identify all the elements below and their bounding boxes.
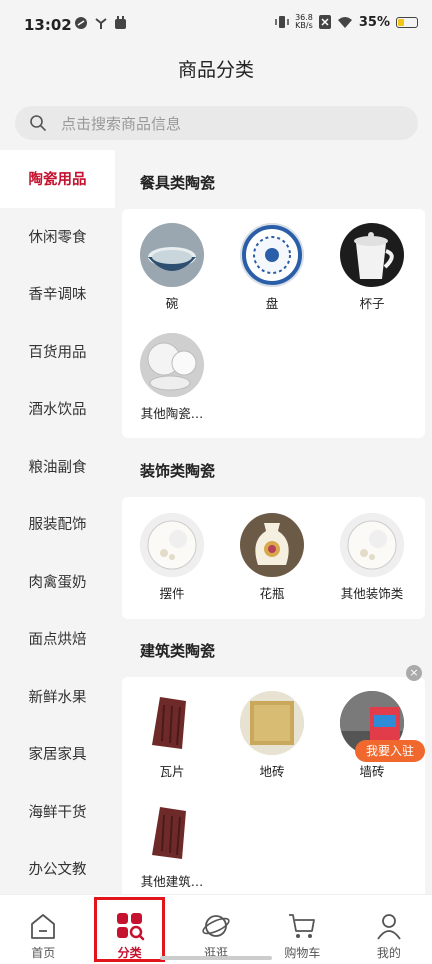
ornament-image	[340, 513, 404, 577]
category-item-label: 碗	[165, 296, 179, 311]
sidebar-item[interactable]: 陶瓷用品	[0, 150, 115, 208]
tab-label: 我的	[376, 946, 401, 960]
tab-label: 首页	[31, 946, 56, 960]
tab-label: 购物车	[284, 946, 321, 960]
category-item[interactable]: 摆件	[122, 513, 222, 602]
cup-image	[340, 223, 404, 287]
sim-disabled-icon	[318, 15, 331, 29]
category-item[interactable]: 其他陶瓷…	[122, 333, 222, 422]
home-indicator	[160, 956, 272, 960]
search-icon	[29, 114, 59, 132]
tab-profile[interactable]: 我的	[346, 895, 432, 964]
fan-icon	[95, 18, 107, 29]
section-card: 瓦片 地砖 墙砖 其他建筑…	[122, 677, 425, 907]
section-title: 建筑类陶瓷	[140, 642, 216, 660]
ornament-image	[140, 513, 204, 577]
category-item[interactable]: 花瓶	[222, 513, 322, 602]
notification-icon	[75, 17, 87, 29]
category-content: 餐具类陶瓷 碗 盘 杯子 其他陶瓷… 装饰类陶瓷 摆件 花瓶 其他装饰类 建筑类…	[115, 150, 432, 907]
search-input[interactable]: 点击搜索商品信息	[61, 113, 181, 134]
category-item[interactable]: 碗	[122, 223, 222, 312]
tab-home[interactable]: 首页	[0, 895, 86, 964]
section-title: 装饰类陶瓷	[140, 462, 216, 480]
planet-icon	[202, 915, 230, 937]
ceramics-set-image	[140, 333, 204, 397]
cart-icon	[289, 914, 316, 938]
tab-discover[interactable]: 逛逛	[173, 895, 259, 964]
status-time: 13:02	[24, 16, 72, 34]
page-title: 商品分类	[177, 59, 254, 81]
category-item-label: 地砖	[259, 764, 285, 779]
settle-in-button[interactable]: 我要入驻	[355, 740, 425, 762]
battery-icon	[396, 16, 418, 28]
status-system-icons: 36.8 KB/s 35%	[275, 14, 418, 30]
sidebar-item[interactable]: 面点烘焙	[0, 610, 115, 668]
sidebar-item[interactable]: 新鲜水果	[0, 668, 115, 726]
bowl-image	[140, 223, 204, 287]
battery-percent: 35%	[358, 14, 390, 30]
category-icon	[116, 913, 144, 941]
category-item[interactable]: 墙砖	[322, 691, 422, 780]
sidebar-item[interactable]: 办公文教	[0, 840, 115, 898]
category-item-label: 花瓶	[259, 586, 285, 601]
floor-tile-image	[240, 691, 304, 755]
sidebar-item[interactable]: 酒水饮品	[0, 380, 115, 438]
category-item[interactable]: 杯子	[322, 223, 422, 312]
battery-level	[398, 18, 404, 26]
category-sidebar: 陶瓷用品 休闲零食 香辛调味 百货用品 酒水饮品 粮油副食 服装配饰 肉禽蛋奶 …	[0, 150, 115, 894]
sidebar-item[interactable]: 服装配饰	[0, 495, 115, 553]
status-notification-icons	[74, 16, 127, 30]
close-icon[interactable]: ×	[406, 665, 422, 681]
category-item-label: 其他陶瓷…	[140, 406, 204, 421]
plate-image	[240, 223, 304, 287]
category-item[interactable]: 盘	[222, 223, 322, 312]
sidebar-item[interactable]: 休闲零食	[0, 208, 115, 266]
profile-icon	[377, 914, 401, 940]
sidebar-item[interactable]: 百货用品	[0, 323, 115, 381]
sidebar-item[interactable]: 家居家具	[0, 725, 115, 783]
tab-label: 分类	[117, 946, 142, 960]
vibrate-icon	[275, 16, 289, 28]
category-item[interactable]: 其他建筑…	[122, 801, 222, 890]
search-bar[interactable]: 点击搜索商品信息	[15, 106, 418, 140]
category-item-label: 其他建筑…	[140, 874, 204, 889]
tab-category[interactable]: 分类	[86, 895, 172, 964]
category-item-label: 杯子	[359, 296, 385, 311]
roof-tile-image	[140, 801, 204, 865]
category-item[interactable]: 其他装饰类	[322, 513, 422, 602]
category-item[interactable]: 地砖	[222, 691, 322, 780]
roof-tile-image	[140, 691, 204, 755]
sidebar-item[interactable]: 肉禽蛋奶	[0, 553, 115, 611]
category-item[interactable]: 瓦片	[122, 691, 222, 780]
category-item-label: 瓦片	[159, 764, 185, 779]
category-item-label: 其他装饰类	[340, 586, 404, 601]
home-icon	[31, 914, 56, 939]
sidebar-item[interactable]: 香辛调味	[0, 265, 115, 323]
wifi-icon	[337, 16, 352, 28]
status-bar: 13:02 36.8 KB/s 35%	[0, 0, 432, 50]
net-speed: 36.8 KB/s	[295, 13, 313, 30]
category-item-label: 摆件	[159, 586, 185, 601]
section-card: 摆件 花瓶 其他装饰类	[122, 497, 425, 619]
sidebar-item[interactable]: 粮油副食	[0, 438, 115, 496]
calendar-icon	[115, 16, 126, 29]
sidebar-item[interactable]: 海鲜干货	[0, 783, 115, 841]
section-card: 碗 盘 杯子 其他陶瓷…	[122, 209, 425, 438]
vase-image	[240, 513, 304, 577]
tab-cart[interactable]: 购物车	[259, 895, 345, 964]
category-item-label: 盘	[265, 296, 279, 311]
header: 商品分类	[0, 50, 432, 96]
section-title: 餐具类陶瓷	[140, 174, 216, 192]
bottom-tab-bar: 首页 分类 逛逛 购物车 我的	[0, 894, 432, 964]
category-item-label: 墙砖	[359, 764, 385, 779]
